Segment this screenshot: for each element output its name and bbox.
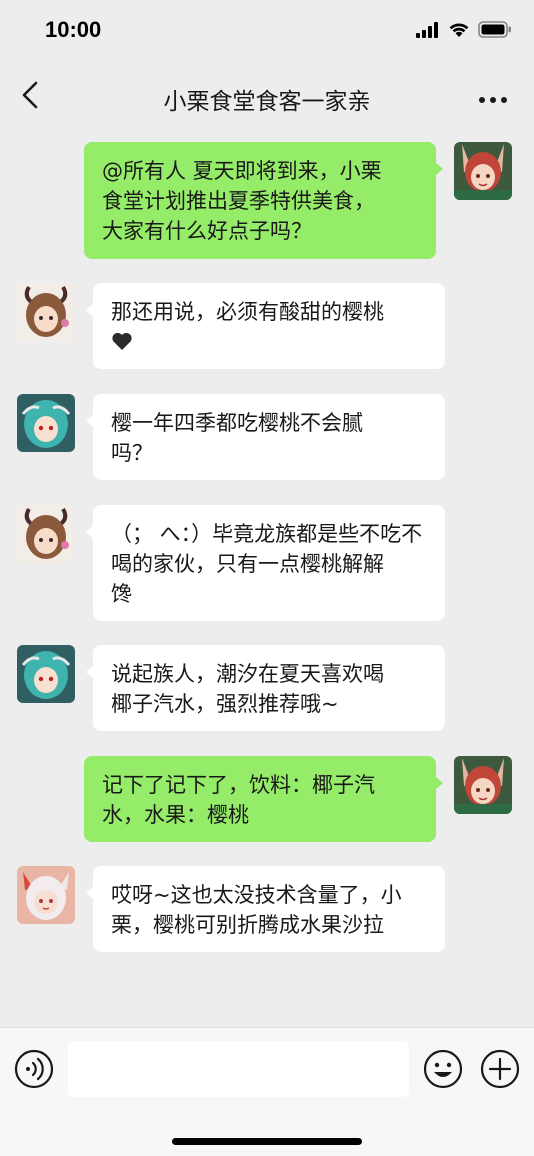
voice-button[interactable] [14,1049,54,1089]
message-bubble-outgoing[interactable]: 记下了记下了，饮料：椰子汽 水，水果：樱桃 [84,756,443,842]
fox-ears-girl-avatar[interactable] [454,756,512,814]
heart-icon [112,332,132,350]
message-line: 栗，樱桃可别折腾成水果沙拉 [111,913,384,937]
message-bubble-incoming[interactable]: 说起族人，潮汐在夏天喜欢喝 椰子汽水，强烈推荐哦~ [86,645,445,731]
horned-girl-avatar[interactable] [17,283,75,341]
message-line: 哎呀~这也太没技术含量了，小 [111,883,402,907]
teal-hair-girl-avatar[interactable] [17,645,75,703]
plus-icon [480,1049,520,1089]
message-line: 食堂计划推出夏季特供美食， [102,189,375,213]
teal-hair-girl-avatar[interactable] [17,394,75,452]
chat-title: 小栗食堂食客一家亲 [163,89,371,115]
message-line: 椰子汽水，强烈推荐哦~ [111,692,339,716]
battery-icon [478,21,511,38]
fox-ears-girl-avatar[interactable] [454,142,512,200]
plus-button[interactable] [480,1049,520,1089]
status-time: 10:00 [45,17,102,42]
signal-icon [416,21,438,38]
message-line: 喝的家伙，只有一点樱桃解解 [111,552,384,576]
home-indicator [172,1138,362,1145]
message-line: 大家有什么好点子吗？ [102,219,312,243]
message-line: 樱一年四季都吃樱桃不会腻 [111,411,363,435]
wifi-icon [449,23,469,37]
nav-bar: 小栗食堂食客一家亲 [0,62,534,128]
message-line: @所有人 夏天即将到来，小栗 [102,159,382,183]
more-button[interactable] [478,90,508,103]
white-hair-girl-avatar[interactable] [17,866,75,924]
message-line: 记下了记下了，饮料：椰子汽 [102,773,375,797]
more-icon [479,97,507,103]
input-bar [0,1027,534,1156]
emoji-icon [423,1049,463,1089]
message-line: 水，水果：樱桃 [102,803,249,827]
message-line: 说起族人，潮汐在夏天喜欢喝 [111,662,384,686]
status-icons [416,21,512,38]
message-line: （； へ：）毕竟龙族都是些不吃不 [111,522,423,546]
message-line: 馋 [111,582,132,606]
message-bubble-incoming[interactable]: 哎呀~这也太没技术含量了，小 栗，樱桃可别折腾成水果沙拉 [86,866,445,952]
message-bubble-outgoing[interactable]: @所有人 夏天即将到来，小栗 食堂计划推出夏季特供美食， 大家有什么好点子吗？ [84,142,443,259]
message-input[interactable] [68,1041,409,1097]
horned-girl-avatar[interactable] [17,505,75,563]
status-bar: 10:00 [0,0,534,62]
message-line: 吗？ [111,441,153,465]
message-bubble-incoming[interactable]: 樱一年四季都吃樱桃不会腻 吗？ [86,394,445,480]
message-line: 那还用说，必须有酸甜的樱桃 [111,300,384,324]
message-bubble-incoming[interactable]: （； へ：）毕竟龙族都是些不吃不 喝的家伙，只有一点樱桃解解 馋 [86,505,445,621]
voice-icon [14,1049,54,1089]
emoji-button[interactable] [423,1049,463,1089]
message-bubble-incoming[interactable]: 那还用说，必须有酸甜的樱桃 [86,283,445,369]
